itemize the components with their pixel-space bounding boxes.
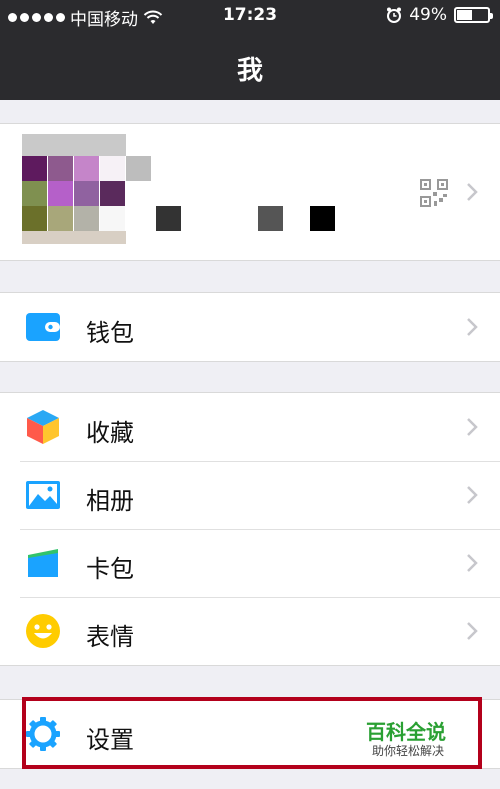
status-bar: 中国移动 17:23 49% <box>0 0 500 30</box>
chevron-right-icon <box>467 318 478 336</box>
smiley-icon <box>26 614 60 648</box>
menu-item-label: 卡包 <box>86 555 134 583</box>
wallet-group: 钱包 <box>0 292 500 362</box>
battery-percent: 49% <box>409 5 447 25</box>
menu-item-label: 表情 <box>86 623 134 651</box>
cube-icon <box>27 410 59 444</box>
menu-item-album[interactable]: 相册 <box>0 461 500 529</box>
menu-item-emoji[interactable]: 表情 <box>0 597 500 665</box>
menu-item-cards[interactable]: 卡包 <box>0 529 500 597</box>
chevron-right-icon <box>467 183 478 201</box>
menu-item-wallet[interactable]: 钱包 <box>0 293 500 361</box>
page-title: 我 <box>236 56 263 86</box>
watermark-title: 百科全说 <box>366 720 446 744</box>
pixelated-avatar <box>22 134 335 244</box>
menu-item-label: 相册 <box>86 487 134 515</box>
menu-item-favorites[interactable]: 收藏 <box>0 393 500 461</box>
battery-fill <box>457 10 472 20</box>
chevron-right-icon <box>467 622 478 640</box>
menu-item-label: 收藏 <box>86 419 134 447</box>
profile-card[interactable] <box>0 123 500 261</box>
chevron-right-icon <box>467 418 478 436</box>
battery-icon <box>454 7 493 23</box>
menu-item-label: 钱包 <box>86 319 134 347</box>
alarm-icon <box>387 7 402 23</box>
chevron-right-icon <box>467 554 478 572</box>
chevron-right-icon <box>467 486 478 504</box>
qr-code-icon <box>420 179 448 207</box>
watermark-subtitle: 助你轻松解决 <box>372 744 445 758</box>
photo-icon <box>26 481 60 509</box>
nav-bar: 我 <box>0 30 500 100</box>
wallet-icon <box>26 313 60 341</box>
features-group: 收藏 相册 卡包 表情 <box>0 392 500 666</box>
card-icon <box>28 549 58 577</box>
